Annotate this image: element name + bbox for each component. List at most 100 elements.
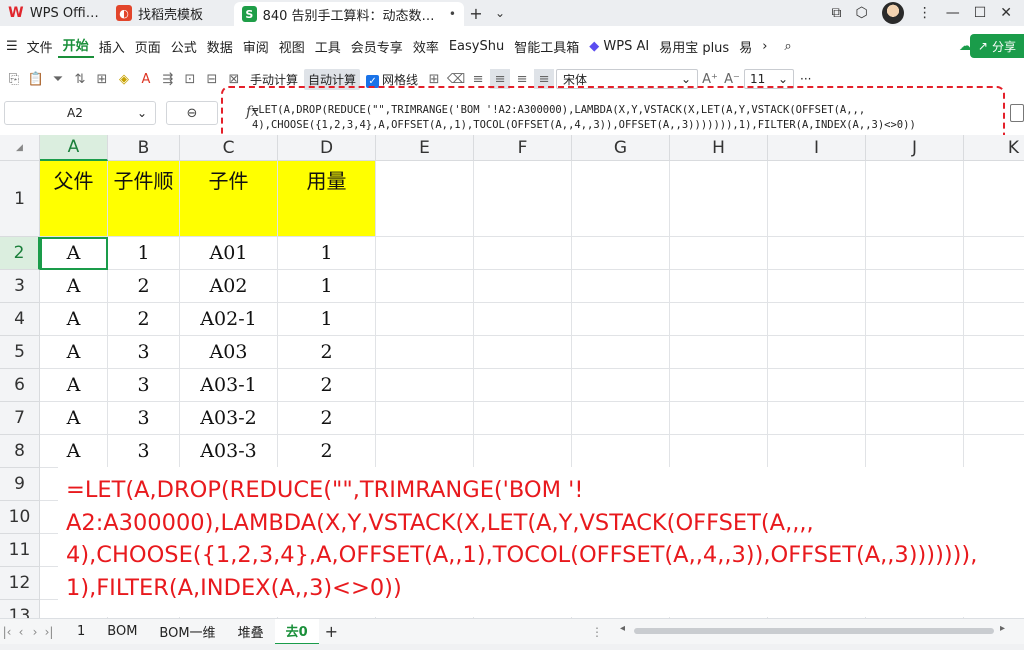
menu-dots-icon[interactable]: ⋮	[918, 5, 932, 21]
merge-cells-icon[interactable]: ⊡	[180, 69, 200, 89]
data-cell[interactable]: 2	[108, 303, 180, 336]
data-cell[interactable]: 2	[278, 402, 376, 435]
cell[interactable]	[964, 336, 1024, 369]
cube-icon[interactable]: ⬡	[855, 5, 867, 21]
cell[interactable]	[474, 303, 572, 336]
cell[interactable]	[474, 435, 572, 468]
cell[interactable]	[376, 161, 474, 237]
cell[interactable]	[866, 336, 964, 369]
cell[interactable]	[376, 336, 474, 369]
cell[interactable]	[572, 303, 670, 336]
select-all-corner[interactable]: ◢	[0, 135, 40, 161]
data-cell[interactable]: 2	[278, 336, 376, 369]
data-cell[interactable]: A02	[180, 270, 278, 303]
data-cell[interactable]: 1	[278, 237, 376, 270]
cell[interactable]	[768, 303, 866, 336]
cell[interactable]	[768, 161, 866, 237]
cell[interactable]	[866, 435, 964, 468]
cell[interactable]	[964, 161, 1024, 237]
row-header-11[interactable]: 11	[0, 534, 40, 567]
menu-easyshu[interactable]: EasyShu	[444, 39, 509, 54]
cell[interactable]	[768, 237, 866, 270]
new-tab-button[interactable]: +	[464, 0, 488, 26]
expand-formula-icon[interactable]	[1010, 104, 1024, 122]
column-header-j[interactable]: J	[866, 135, 964, 161]
format-painter-icon[interactable]: ⎘	[4, 69, 24, 89]
data-cell[interactable]: A02-1	[180, 303, 278, 336]
scrollbar-thumb[interactable]	[634, 628, 994, 634]
header-cell[interactable]: 父件	[40, 161, 108, 237]
data-cell[interactable]: A	[40, 270, 108, 303]
cell[interactable]	[670, 237, 768, 270]
menu-formulas[interactable]: 公式	[166, 37, 202, 56]
row-header-8[interactable]: 8	[0, 435, 40, 468]
hamburger-icon[interactable]: ☰	[0, 39, 22, 54]
cell[interactable]	[866, 369, 964, 402]
header-cell[interactable]: 子件顺	[108, 161, 180, 237]
cell[interactable]	[572, 336, 670, 369]
data-cell[interactable]: A	[40, 435, 108, 468]
cell[interactable]	[376, 303, 474, 336]
cell[interactable]	[376, 435, 474, 468]
row-header-10[interactable]: 10	[0, 501, 40, 534]
row-header-2[interactable]: 2	[0, 237, 40, 270]
cell[interactable]	[474, 161, 572, 237]
tab-active-workbook[interactable]: S 840 告别手工算料：动态数组打造 •	[234, 2, 464, 26]
cell[interactable]	[768, 270, 866, 303]
column-header-c[interactable]: C	[180, 135, 278, 161]
cell[interactable]	[768, 336, 866, 369]
name-box[interactable]: A2 ⌄	[4, 101, 156, 125]
freeze-icon[interactable]: ⊟	[202, 69, 222, 89]
cell[interactable]	[474, 369, 572, 402]
column-header-f[interactable]: F	[474, 135, 572, 161]
cell[interactable]	[964, 237, 1024, 270]
sheet-tab-remove-zero[interactable]: 去0	[274, 618, 319, 645]
menu-scroll-right-icon[interactable]: ›	[757, 39, 772, 54]
cell[interactable]	[474, 336, 572, 369]
fill-color-icon[interactable]: ◈	[114, 69, 134, 89]
cell[interactable]	[768, 435, 866, 468]
data-cell[interactable]: 1	[108, 237, 180, 270]
data-cell[interactable]: 2	[278, 435, 376, 468]
tab-docer-templates[interactable]: ◐ 找稻壳模板	[108, 0, 234, 26]
row-header-12[interactable]: 12	[0, 567, 40, 600]
next-sheet-icon[interactable]: ›	[28, 625, 42, 639]
data-cell[interactable]: 2	[278, 369, 376, 402]
cell[interactable]	[866, 270, 964, 303]
column-header-a[interactable]: A	[40, 135, 108, 161]
font-color-icon[interactable]: A	[136, 69, 156, 89]
data-cell[interactable]: A	[40, 369, 108, 402]
cell[interactable]	[572, 161, 670, 237]
data-cell[interactable]: A01	[180, 237, 278, 270]
cell[interactable]	[474, 237, 572, 270]
maximize-icon[interactable]: ☐	[974, 5, 987, 21]
cell[interactable]	[376, 369, 474, 402]
paste-icon[interactable]: 📋	[26, 69, 46, 89]
cell[interactable]	[572, 435, 670, 468]
wrap-text-icon[interactable]: ⇶	[158, 69, 178, 89]
row-header-3[interactable]: 3	[0, 270, 40, 303]
cell[interactable]	[964, 270, 1024, 303]
row-header-7[interactable]: 7	[0, 402, 40, 435]
filter-icon[interactable]: ⏷	[48, 69, 68, 89]
avatar[interactable]	[881, 2, 904, 24]
last-sheet-icon[interactable]: ›|	[42, 625, 56, 639]
row-header-6[interactable]: 6	[0, 369, 40, 402]
share-button[interactable]: ↗ 分享	[969, 34, 1024, 58]
data-cell[interactable]: 3	[108, 402, 180, 435]
data-cell[interactable]: A03-2	[180, 402, 278, 435]
sheet-tab-bom[interactable]: BOM	[96, 624, 148, 639]
sheet-tab-stack[interactable]: 堆叠	[227, 622, 275, 641]
menu-data[interactable]: 数据	[202, 37, 238, 56]
cell[interactable]	[866, 237, 964, 270]
cell[interactable]	[964, 303, 1024, 336]
cell[interactable]	[376, 402, 474, 435]
cell[interactable]	[670, 435, 768, 468]
cell[interactable]	[866, 161, 964, 237]
add-sheet-button[interactable]: +	[319, 622, 344, 641]
borders-icon[interactable]: ⊞	[92, 69, 112, 89]
zoom-formula-button[interactable]: ⊖	[166, 101, 218, 125]
sort-icon[interactable]: ⇅	[70, 69, 90, 89]
menu-view[interactable]: 视图	[274, 37, 310, 56]
data-cell[interactable]: 3	[108, 336, 180, 369]
